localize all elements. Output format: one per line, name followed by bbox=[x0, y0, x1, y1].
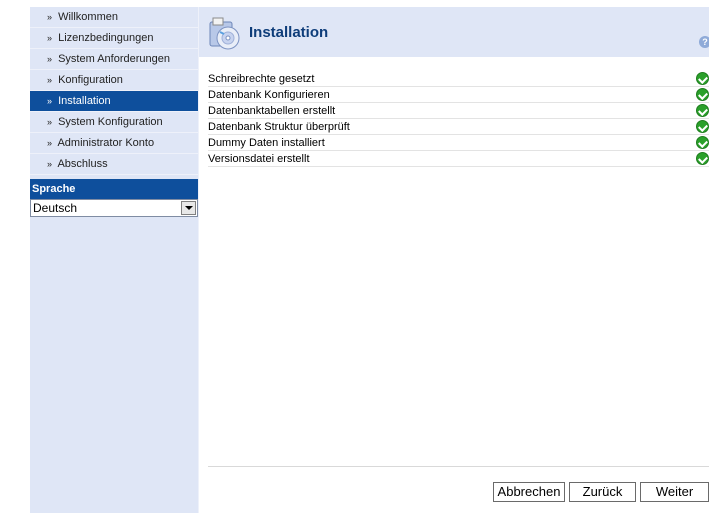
sidebar-item-administrator-konto[interactable]: » Administrator Konto bbox=[30, 133, 198, 154]
list-item: Datenbanktabellen erstellt bbox=[208, 103, 709, 119]
cancel-button[interactable]: Abbrechen bbox=[493, 482, 565, 502]
check-icon bbox=[696, 104, 709, 117]
sidebar-item-installation[interactable]: » Installation bbox=[30, 91, 198, 112]
arrow-icon: » bbox=[47, 96, 53, 106]
main-header: Installation ? bbox=[199, 7, 709, 57]
list-item: Versionsdatei erstellt bbox=[208, 151, 709, 167]
sidebar-item-lizenzbedingungen[interactable]: » Lizenzbedingungen bbox=[30, 28, 198, 49]
arrow-icon: » bbox=[47, 117, 53, 127]
arrow-icon: » bbox=[47, 138, 53, 148]
arrow-icon: » bbox=[47, 159, 53, 169]
list-item: Datenbank Konfigurieren bbox=[208, 87, 709, 103]
sidebar: » Willkommen » Lizenzbedingungen » Syste… bbox=[30, 7, 198, 513]
arrow-icon: » bbox=[47, 75, 53, 85]
step-label: Datenbank Konfigurieren bbox=[208, 89, 330, 101]
next-button[interactable]: Weiter bbox=[640, 482, 709, 502]
sidebar-item-willkommen[interactable]: » Willkommen bbox=[30, 7, 198, 28]
list-item: Dummy Daten installiert bbox=[208, 135, 709, 151]
sidebar-item-system-anforderungen[interactable]: » System Anforderungen bbox=[30, 49, 198, 70]
arrow-icon: » bbox=[47, 12, 53, 22]
arrow-icon: » bbox=[47, 33, 53, 43]
footer-divider bbox=[208, 466, 709, 467]
language-select-value: Deutsch bbox=[33, 201, 78, 215]
sidebar-item-label: Administrator Konto bbox=[57, 137, 155, 149]
page-title: Installation bbox=[249, 24, 329, 41]
chevron-down-icon[interactable] bbox=[181, 201, 196, 215]
sidebar-item-label: System Konfiguration bbox=[58, 116, 163, 128]
check-icon bbox=[696, 72, 709, 85]
check-icon bbox=[696, 88, 709, 101]
back-button[interactable]: Zurück bbox=[569, 482, 636, 502]
installer-window: » Willkommen » Lizenzbedingungen » Syste… bbox=[30, 7, 709, 513]
step-label: Dummy Daten installiert bbox=[208, 137, 325, 149]
sidebar-item-label: Installation bbox=[58, 95, 111, 107]
check-icon bbox=[696, 120, 709, 133]
check-icon bbox=[696, 136, 709, 149]
step-label: Versionsdatei erstellt bbox=[208, 153, 310, 165]
sidebar-item-label: Lizenzbedingungen bbox=[58, 32, 154, 44]
step-label: Datenbank Struktur überprüft bbox=[208, 121, 350, 133]
step-label: Datenbanktabellen erstellt bbox=[208, 105, 336, 117]
main-panel: Installation ? Schreibrechte gesetzt Dat… bbox=[199, 7, 709, 513]
sidebar-item-label: Abschluss bbox=[57, 158, 108, 170]
sidebar-item-label: Willkommen bbox=[58, 11, 118, 23]
help-icon[interactable]: ? bbox=[699, 36, 709, 48]
sidebar-item-abschluss[interactable]: » Abschluss bbox=[30, 154, 198, 175]
list-item: Datenbank Struktur überprüft bbox=[208, 119, 709, 135]
check-icon bbox=[696, 152, 709, 165]
install-steps-list: Schreibrechte gesetzt Datenbank Konfigur… bbox=[208, 71, 709, 167]
sidebar-item-system-konfiguration[interactable]: » System Konfiguration bbox=[30, 112, 198, 133]
language-header: Sprache bbox=[30, 179, 198, 199]
arrow-icon: » bbox=[47, 54, 53, 64]
language-select[interactable]: Deutsch bbox=[30, 199, 198, 217]
list-item: Schreibrechte gesetzt bbox=[208, 71, 709, 87]
sidebar-item-label: System Anforderungen bbox=[58, 53, 170, 65]
install-cd-icon bbox=[209, 17, 240, 50]
step-label: Schreibrechte gesetzt bbox=[208, 73, 315, 85]
sidebar-item-label: Konfiguration bbox=[58, 74, 123, 86]
sidebar-item-konfiguration[interactable]: » Konfiguration bbox=[30, 70, 198, 91]
